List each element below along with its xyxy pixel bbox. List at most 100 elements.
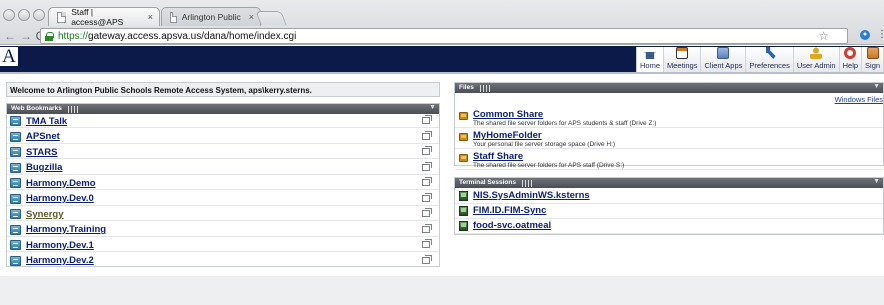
close-window-button[interactable] [3, 9, 15, 21]
star-icon[interactable]: ☆ [818, 29, 829, 43]
grip-icon [521, 180, 532, 187]
sign-out-icon [866, 47, 879, 59]
nav-preferences[interactable]: Preferences [746, 47, 794, 72]
web-bookmark-icon [10, 240, 21, 250]
file-share-link[interactable]: Staff Share [473, 151, 523, 162]
folder-icon [459, 154, 468, 162]
nav-user-admin[interactable]: User Admin [794, 47, 840, 72]
bookmark-row[interactable]: Harmony.Demo [7, 177, 439, 190]
bookmark-row[interactable]: APSnet [7, 130, 439, 144]
meeting-icon [676, 47, 689, 59]
terminal-session-link[interactable]: food-svc.oatmeal [473, 220, 551, 231]
bookmark-link[interactable]: Harmony.Dev.2 [26, 255, 94, 266]
user-admin-icon [810, 47, 823, 59]
bookmark-row[interactable]: TMA Talk [7, 115, 439, 128]
collapse-icon[interactable]: ▼ [429, 104, 436, 111]
file-share-link[interactable]: Common Share [473, 109, 543, 120]
open-new-window-icon[interactable] [422, 161, 432, 171]
panel-title: Terminal Sessions [459, 179, 516, 186]
panel-header: Files ▼ [455, 83, 883, 93]
lifebuoy-icon [844, 47, 857, 59]
collapse-icon[interactable]: ▼ [873, 83, 880, 90]
forward-icon[interactable]: → [20, 29, 32, 43]
bookmark-link[interactable]: Harmony.Training [26, 224, 106, 235]
terminal-session-row[interactable]: FIM.ID.FIM-Sync [455, 204, 883, 219]
terminal-session-row[interactable]: food-svc.oatmeal [455, 219, 883, 234]
terminal-session-icon [459, 221, 468, 231]
nav-label: Help [842, 61, 859, 70]
address-bar[interactable]: https:// gateway.access.apsva.us/dana/ho… [40, 28, 848, 44]
page-icon [57, 11, 67, 23]
panel-title: Web Bookmarks [11, 105, 62, 112]
file-share-link[interactable]: MyHomeFolder [473, 130, 542, 141]
bookmark-row[interactable]: Harmony.Training [7, 223, 439, 237]
bookmark-link[interactable]: Bugzilla [26, 162, 62, 173]
open-new-window-icon[interactable] [422, 130, 432, 140]
tab-title: Arlington Public Schools R [181, 12, 241, 22]
zoom-window-button[interactable] [33, 9, 45, 21]
menu-icon[interactable]: ⋮ [877, 29, 884, 40]
client-apps-icon [717, 47, 730, 59]
tab-close-icon[interactable]: × [241, 12, 254, 22]
folder-icon [459, 133, 468, 141]
page-icon [170, 11, 177, 23]
minimize-window-button[interactable] [18, 9, 30, 21]
panel-title: Files [459, 84, 474, 91]
file-share-row[interactable]: MyHomeFolder Your personal file server st… [455, 130, 883, 149]
terminal-session-row[interactable]: NIS.SysAdminWS.ksterns [455, 189, 883, 204]
nav-label: Sign [865, 61, 881, 70]
bookmark-link[interactable]: TMA Talk [26, 116, 67, 127]
bookmark-link[interactable]: STARS [26, 147, 58, 158]
web-bookmark-icon [10, 131, 21, 142]
bookmark-row[interactable]: Harmony.Dev.1 [7, 239, 439, 252]
file-share-description: The shared file server folders for APS s… [473, 162, 625, 169]
nav-label: Client Apps [704, 61, 743, 70]
nav-label: Preferences [749, 61, 790, 70]
back-icon[interactable]: ← [4, 29, 16, 43]
terminal-session-icon [459, 206, 468, 216]
bookmark-row[interactable]: Bugzilla [7, 161, 439, 175]
grip-icon [479, 85, 490, 92]
open-new-window-icon[interactable] [422, 177, 432, 186]
aps-logo: A [0, 47, 18, 66]
bookmark-row[interactable]: Harmony.Dev.0 [7, 192, 439, 206]
web-bookmark-icon [10, 193, 21, 204]
bookmark-link[interactable]: Synergy [26, 209, 64, 220]
bookmark-row[interactable]: Harmony.Dev.2 [7, 254, 439, 266]
browser-tab-arlington[interactable]: Arlington Public Schools R × [161, 7, 261, 26]
browser-chrome: Staff | access@APS × Arlington Public Sc… [0, 0, 884, 45]
terminal-session-link[interactable]: FIM.ID.FIM-Sync [473, 205, 546, 216]
bookmark-link[interactable]: Harmony.Demo [26, 178, 96, 189]
wrench-icon [766, 47, 776, 59]
nav-client-apps[interactable]: Client Apps [701, 47, 747, 72]
browser-tab-staff[interactable]: Staff | access@APS × [48, 7, 160, 27]
bookmark-row[interactable]: STARS [7, 146, 439, 159]
open-new-window-icon[interactable] [422, 239, 432, 248]
collapse-icon[interactable]: ▼ [873, 178, 880, 185]
extension-icon[interactable]: ● [860, 30, 870, 40]
open-new-window-icon[interactable] [422, 146, 432, 155]
open-new-window-icon[interactable] [422, 192, 432, 202]
nav-label: Meetings [667, 61, 698, 70]
nav-help[interactable]: Help [840, 47, 863, 72]
open-new-window-icon[interactable] [422, 254, 432, 264]
open-new-window-icon[interactable] [422, 223, 432, 233]
bookmark-link[interactable]: APSnet [26, 131, 60, 142]
bookmark-row[interactable]: Synergy [7, 208, 439, 221]
tab-close-icon[interactable]: × [140, 12, 153, 22]
file-share-row[interactable]: Staff Share The shared file server folder… [455, 151, 883, 170]
file-share-row[interactable]: Common Share The shared file server folde… [455, 109, 883, 128]
browser-toolbar: ← → C https:// gateway.access.apsva.us/d… [0, 26, 884, 45]
bookmark-link[interactable]: Harmony.Dev.1 [26, 240, 94, 251]
panel-header: Terminal Sessions ▼ [455, 178, 883, 188]
terminal-session-link[interactable]: NIS.SysAdminWS.ksterns [473, 190, 590, 201]
nav-home[interactable]: Home [637, 47, 665, 72]
nav-sign-out[interactable]: Sign [862, 47, 884, 72]
windows-files-link[interactable]: Windows Files [835, 95, 883, 104]
new-tab-button[interactable] [255, 11, 287, 25]
open-new-window-icon[interactable] [422, 115, 432, 124]
open-new-window-icon[interactable] [422, 208, 432, 217]
tab-title: Staff | access@APS [71, 7, 124, 27]
bookmark-link[interactable]: Harmony.Dev.0 [26, 193, 94, 204]
nav-meetings[interactable]: Meetings [664, 47, 702, 72]
